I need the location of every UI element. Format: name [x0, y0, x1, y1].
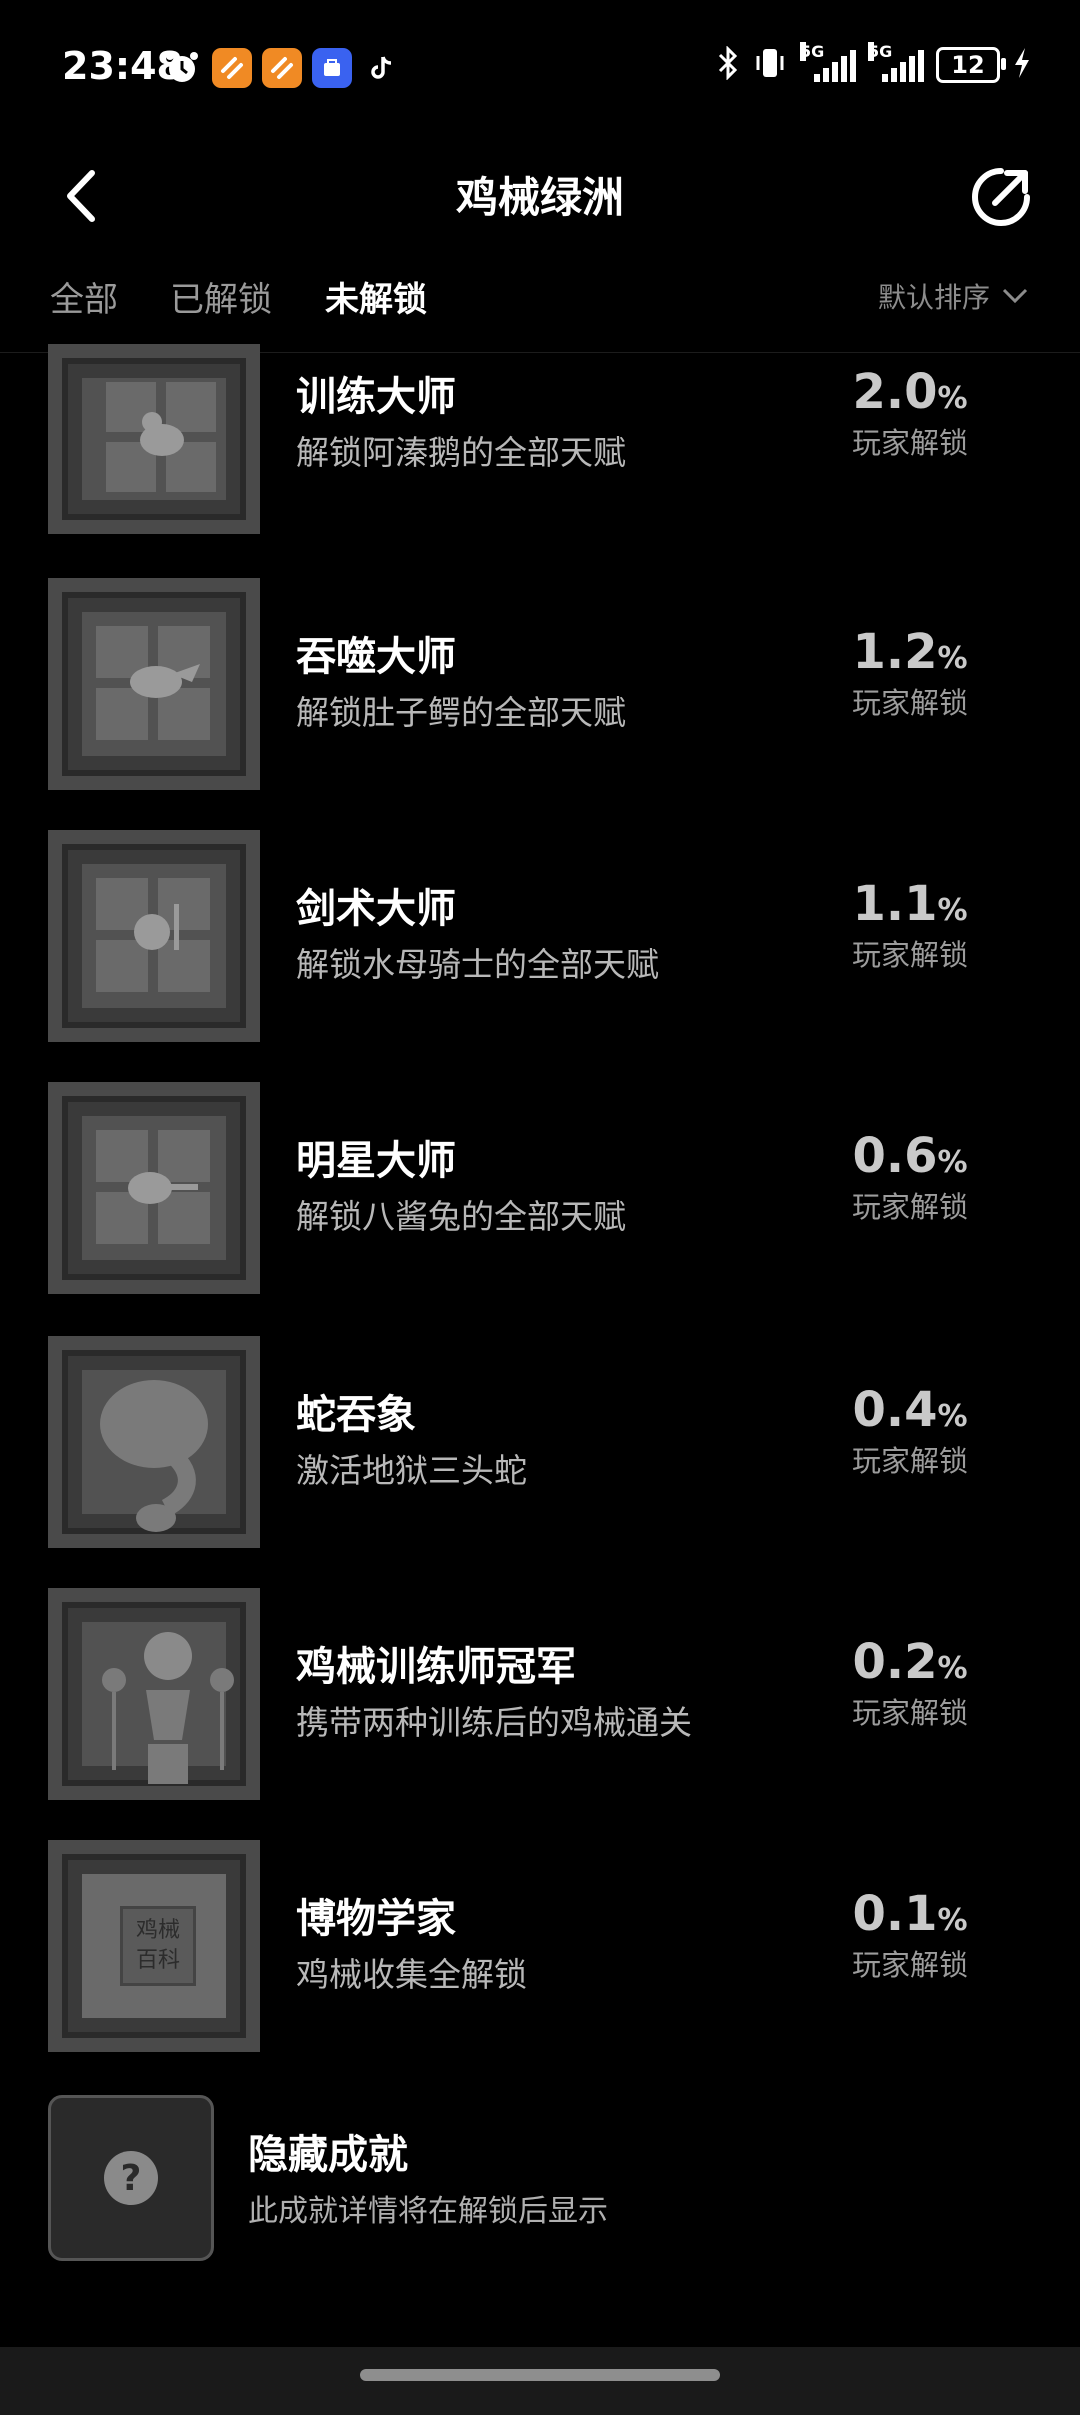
filter-tabs: 全部 已解锁 未解锁 默认排序: [0, 264, 1080, 353]
tab-locked[interactable]: 未解锁: [325, 272, 427, 321]
chevron-down-icon: [1002, 288, 1028, 304]
achievement-item[interactable]: 蛇吞象 激活地狱三头蛇 0.4% 玩家解锁: [0, 1336, 1080, 1548]
book-label-2: 百科: [135, 1948, 180, 1973]
unlock-rate-unit: %: [937, 381, 968, 416]
unlock-rate-unit: %: [937, 641, 968, 676]
unlock-rate-label: 玩家解锁: [851, 1696, 968, 1730]
share-icon: [972, 168, 1030, 226]
signal-label: 5G: [800, 42, 825, 61]
unlock-rate-value: 0.1: [852, 1886, 938, 1942]
achievement-badge-icon: 鸡械 百科: [48, 1840, 260, 2052]
hidden-achievement-card[interactable]: ?: [48, 2095, 214, 2261]
achievement-title: 博物学家: [296, 1896, 456, 1942]
achievement-desc: 鸡械收集全解锁: [296, 1955, 527, 1994]
unlock-rate-label: 玩家解锁: [851, 426, 968, 460]
achievement-desc: 解锁水母骑士的全部天赋: [296, 945, 659, 984]
unlock-rate-value: 2.0: [852, 364, 938, 420]
achievement-item[interactable]: 鸡械训练师冠军 携带两种训练后的鸡械通关 0.2% 玩家解锁: [0, 1588, 1080, 1800]
signal-icon-2: 5G: [868, 42, 924, 82]
home-indicator[interactable]: [360, 2369, 720, 2381]
taobao-app-icon: [212, 48, 252, 88]
unlock-rate-label: 玩家解锁: [851, 938, 968, 972]
app-manager-icon: [312, 48, 352, 88]
hidden-achievement-desc: 此成就详情将在解锁后显示: [248, 2194, 608, 2229]
unlock-rate: 1.1% 玩家解锁: [810, 876, 1010, 974]
achievement-desc: 解锁八酱兔的全部天赋: [296, 1197, 626, 1236]
alarm-icon: [162, 48, 202, 88]
unlock-rate-unit: %: [937, 1651, 968, 1686]
achievement-title: 鸡械训练师冠军: [296, 1644, 576, 1690]
unlock-rate-unit: %: [937, 1903, 968, 1938]
achievement-title: 吞噬大师: [296, 634, 456, 680]
status-right-icons: 5G 5G 12: [716, 42, 1032, 84]
unlock-rate: 0.2% 玩家解锁: [810, 1634, 1010, 1732]
achievement-item[interactable]: 吞噬大师 解锁肚子鳄的全部天赋 1.2% 玩家解锁: [0, 578, 1080, 790]
question-mark-icon: ?: [104, 2151, 158, 2205]
achievement-item[interactable]: 明星大师 解锁八酱兔的全部天赋 0.6% 玩家解锁: [0, 1082, 1080, 1294]
unlock-rate-value: 0.2: [852, 1634, 938, 1690]
sort-label: 默认排序: [877, 281, 990, 314]
battery-icon: 12: [936, 47, 1006, 83]
achievement-item[interactable]: 剑术大师 解锁水母骑士的全部天赋 1.1% 玩家解锁: [0, 830, 1080, 1042]
unlock-rate-label: 玩家解锁: [851, 1190, 968, 1224]
unlock-rate: 2.0% 玩家解锁: [810, 364, 1010, 462]
achievement-title: 蛇吞象: [296, 1392, 416, 1438]
taobao-app-icon-2: [262, 48, 302, 88]
achievement-desc: 解锁肚子鳄的全部天赋: [296, 693, 626, 732]
achievement-title: 明星大师: [296, 1138, 456, 1184]
achievement-desc: 激活地狱三头蛇: [296, 1451, 527, 1490]
tab-all[interactable]: 全部: [50, 272, 118, 321]
achievement-badge-icon: [48, 1336, 260, 1548]
book-label-1: 鸡械: [135, 1918, 180, 1943]
unlock-rate-label: 玩家解锁: [851, 1444, 968, 1478]
achievement-desc: 携带两种训练后的鸡械通关: [296, 1703, 692, 1742]
achievement-item[interactable]: 鸡械 百科 博物学家 鸡械收集全解锁 0.1% 玩家解锁: [0, 1840, 1080, 2052]
page-title: 鸡械绿洲: [455, 173, 624, 222]
hidden-achievement-title: 隐藏成就: [248, 2132, 408, 2178]
bluetooth-icon: [716, 45, 740, 84]
unlock-rate-unit: %: [937, 1145, 968, 1180]
unlock-rate-label: 玩家解锁: [851, 1948, 968, 1982]
achievement-badge-icon: [48, 830, 260, 1042]
unlock-rate: 0.4% 玩家解锁: [810, 1382, 1010, 1480]
header-bar: 鸡械绿洲: [0, 134, 1080, 264]
signal-label-2: 5G: [868, 42, 893, 61]
share-button[interactable]: [966, 162, 1036, 232]
unlock-rate: 0.1% 玩家解锁: [810, 1886, 1010, 1984]
unlock-rate-value: 0.6: [852, 1128, 938, 1184]
status-bar: 23:48 5G 5G 12: [0, 0, 1080, 134]
sort-dropdown[interactable]: 默认排序: [878, 276, 1028, 316]
unlock-rate-value: 0.4: [852, 1382, 938, 1438]
battery-level: 12: [951, 51, 985, 79]
achievement-item[interactable]: 训练大师 解锁阿溱鹅的全部天赋 2.0% 玩家解锁: [0, 344, 1080, 534]
unlock-rate-unit: %: [937, 893, 968, 928]
charging-icon: [1012, 46, 1032, 84]
tiktok-icon: [362, 48, 402, 88]
unlock-rate-unit: %: [937, 1399, 968, 1434]
achievement-badge-icon: [48, 1082, 260, 1294]
achievement-title: 训练大师: [296, 374, 456, 420]
status-left-icons: [162, 48, 402, 88]
signal-icon: 5G: [800, 42, 856, 82]
achievement-title: 剑术大师: [296, 886, 456, 932]
unlock-rate-label: 玩家解锁: [851, 686, 968, 720]
achievement-badge-icon: [48, 344, 260, 534]
achievement-desc: 解锁阿溱鹅的全部天赋: [296, 433, 626, 472]
vibrate-icon: [752, 46, 788, 84]
unlock-rate-value: 1.2: [852, 624, 938, 680]
encyclopedia-book-icon: 鸡械 百科: [120, 1906, 196, 1986]
achievement-badge-icon: [48, 1588, 260, 1800]
unlock-rate: 1.2% 玩家解锁: [810, 624, 1010, 722]
unlock-rate: 0.6% 玩家解锁: [810, 1128, 1010, 1226]
unlock-rate-value: 1.1: [852, 876, 938, 932]
navigation-bar: [0, 2347, 1080, 2415]
achievement-badge-icon: [48, 578, 260, 790]
tab-unlocked[interactable]: 已解锁: [170, 272, 272, 321]
